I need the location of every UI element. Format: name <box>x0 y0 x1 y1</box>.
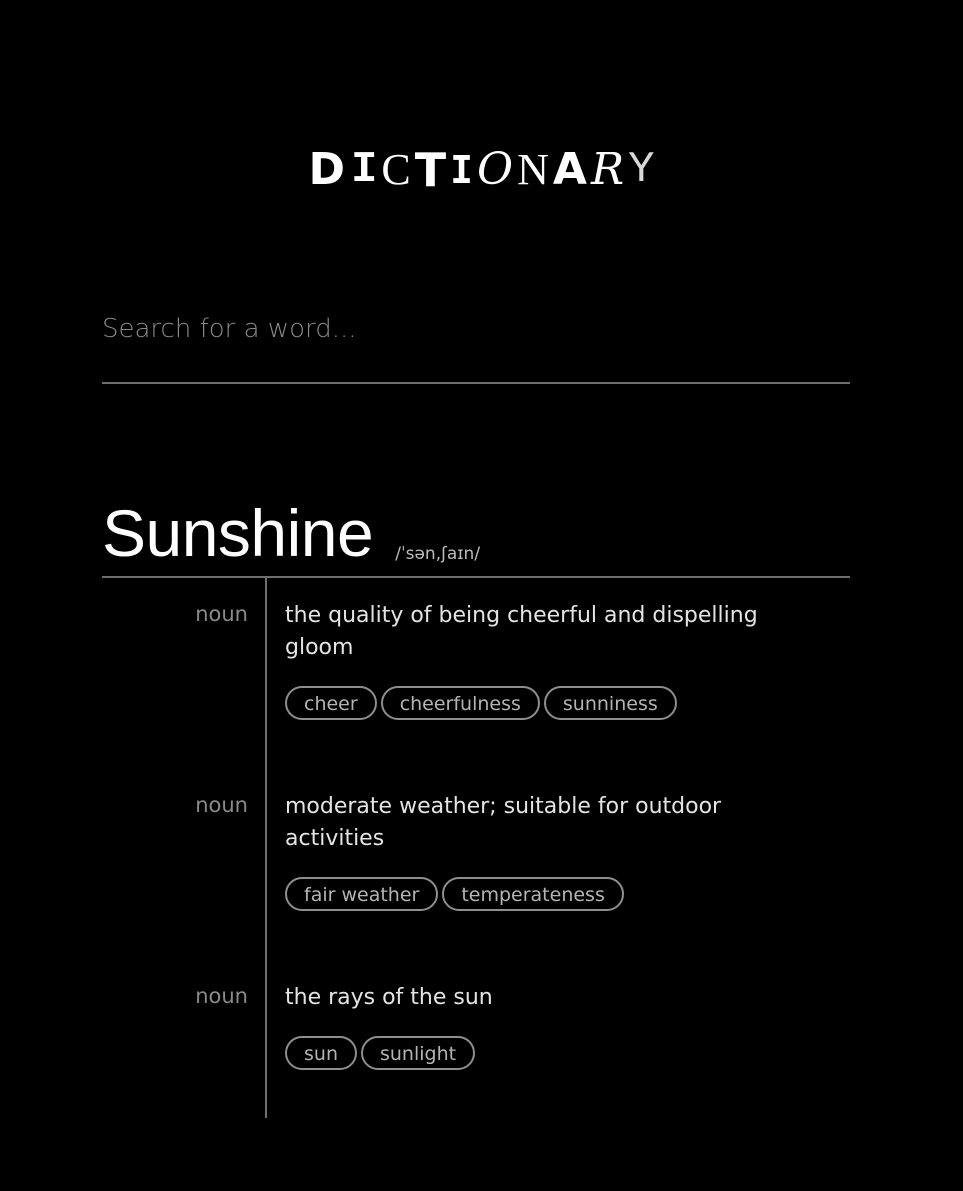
logo-letter: R <box>590 144 625 195</box>
logo-letter: A <box>552 144 587 195</box>
part-of-speech: noun <box>195 793 248 817</box>
synonym-tag[interactable]: sunlight <box>360 1036 476 1070</box>
definition-text: moderate weather; suitable for outdoor a… <box>285 794 722 851</box>
synonym-tag[interactable]: temperateness <box>442 877 624 911</box>
definition-text: the rays of the sun <box>285 985 493 1010</box>
logo-letter: Y <box>628 145 655 195</box>
logo-letter: I <box>351 145 378 195</box>
logo-letter: O <box>477 144 514 195</box>
definition-text: the quality of being cheerful and dispel… <box>285 603 758 660</box>
search-bar <box>102 300 850 384</box>
synonym-tag[interactable]: sun <box>285 1036 357 1070</box>
word-header: Sunshine /ˈsən,ʃaɪn/ <box>102 490 850 578</box>
word-title: Sunshine <box>102 496 374 570</box>
logo-letter: T <box>414 143 447 197</box>
synonym-list: cheer cheerfulness sunniness <box>285 686 677 720</box>
app-logo: D I C T I O N A R Y <box>0 140 963 200</box>
search-input[interactable] <box>102 300 850 358</box>
logo-letter: I <box>450 148 474 192</box>
synonym-tag[interactable]: fair weather <box>285 877 439 911</box>
part-of-speech: noun <box>195 602 248 626</box>
synonym-tag[interactable]: sunniness <box>543 686 677 720</box>
part-of-speech: noun <box>195 984 248 1008</box>
logo-letter: D <box>308 144 347 195</box>
synonym-tag[interactable]: cheerfulness <box>380 686 540 720</box>
phonetic-transcription: /ˈsən,ʃaɪn/ <box>395 544 481 564</box>
definitions-divider <box>265 578 267 1118</box>
synonym-tag[interactable]: cheer <box>285 686 377 720</box>
logo-letter: C <box>381 145 411 194</box>
synonym-list: sun sunlight <box>285 1036 476 1070</box>
synonym-list: fair weather temperateness <box>285 877 624 911</box>
logo-letter: N <box>517 145 549 194</box>
